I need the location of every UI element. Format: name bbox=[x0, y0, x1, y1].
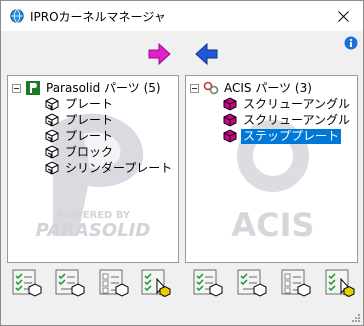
part-icon bbox=[45, 161, 59, 175]
part-label: プレート bbox=[65, 96, 114, 111]
check-list-icon[interactable] bbox=[191, 267, 223, 299]
check-list-icon[interactable] bbox=[10, 267, 42, 299]
part-icon bbox=[223, 113, 237, 127]
part-label: シリンダープレート bbox=[65, 160, 173, 175]
part-label: ステッププレート bbox=[241, 128, 342, 144]
acis-tree-panel[interactable]: ACIS ACIS パーツ (3) スクリューアングル スクリューアングル ステ… bbox=[185, 75, 358, 263]
part-label: ブロック bbox=[65, 144, 114, 159]
parasolid-part-item[interactable]: プレート bbox=[44, 112, 115, 128]
parasolid-root-node[interactable]: Parasolid パーツ (5) bbox=[12, 80, 163, 96]
acis-part-item-selected[interactable]: ステッププレート bbox=[222, 128, 342, 144]
arrow-right-icon[interactable] bbox=[147, 42, 171, 66]
check-list-cursor-icon[interactable] bbox=[139, 267, 171, 299]
list-icon[interactable] bbox=[279, 267, 311, 299]
parasolid-part-item[interactable]: プレート bbox=[44, 128, 115, 144]
acis-watermark-text: ACIS bbox=[231, 206, 314, 244]
info-icon[interactable] bbox=[344, 36, 358, 50]
resize-grip-icon[interactable] bbox=[350, 312, 360, 322]
check-list-cursor-icon[interactable] bbox=[323, 267, 355, 299]
parasolid-tree-panel[interactable]: POWERED BY PARASOLID Parasolid パーツ (5) プ… bbox=[7, 75, 179, 263]
parasolid-root-label: Parasolid パーツ (5) bbox=[46, 80, 161, 95]
window-title: IPROカーネルマネージャ bbox=[30, 10, 166, 24]
part-icon bbox=[223, 129, 237, 143]
parasolid-watermark-text: PARASOLID bbox=[36, 220, 151, 241]
collapse-icon[interactable] bbox=[190, 83, 199, 93]
acis-root-label: ACIS パーツ (3) bbox=[224, 80, 312, 95]
acis-logo-icon bbox=[203, 81, 219, 95]
parasolid-part-item[interactable]: プレート bbox=[44, 96, 115, 112]
part-label: プレート bbox=[65, 112, 114, 127]
close-button[interactable] bbox=[323, 1, 363, 31]
list-icon[interactable] bbox=[97, 267, 129, 299]
check-list-icon[interactable] bbox=[235, 267, 267, 299]
parasolid-logo-icon bbox=[26, 81, 40, 95]
part-icon bbox=[45, 97, 59, 111]
acis-root-node[interactable]: ACIS パーツ (3) bbox=[190, 80, 314, 96]
arrow-left-icon[interactable] bbox=[195, 42, 219, 66]
kernel-manager-window: IPROカーネルマネージャ POWERED BY PARASOLID Paras… bbox=[0, 0, 364, 326]
acis-part-item[interactable]: スクリューアングル bbox=[222, 112, 352, 128]
globe-icon bbox=[10, 9, 24, 23]
status-bar bbox=[1, 304, 363, 325]
part-icon bbox=[45, 113, 59, 127]
parasolid-part-item[interactable]: シリンダープレート bbox=[44, 160, 174, 176]
title-bar: IPROカーネルマネージャ bbox=[1, 1, 363, 31]
collapse-icon[interactable] bbox=[12, 83, 21, 93]
part-icon bbox=[45, 129, 59, 143]
parasolid-part-item[interactable]: ブロック bbox=[44, 144, 115, 160]
check-list-icon[interactable] bbox=[53, 267, 85, 299]
close-icon bbox=[337, 10, 349, 22]
part-label: プレート bbox=[65, 128, 114, 143]
part-label: スクリューアングル bbox=[243, 96, 351, 111]
part-icon bbox=[223, 97, 237, 111]
acis-part-item[interactable]: スクリューアングル bbox=[222, 96, 352, 112]
part-icon bbox=[45, 145, 59, 159]
part-label: スクリューアングル bbox=[243, 112, 351, 127]
